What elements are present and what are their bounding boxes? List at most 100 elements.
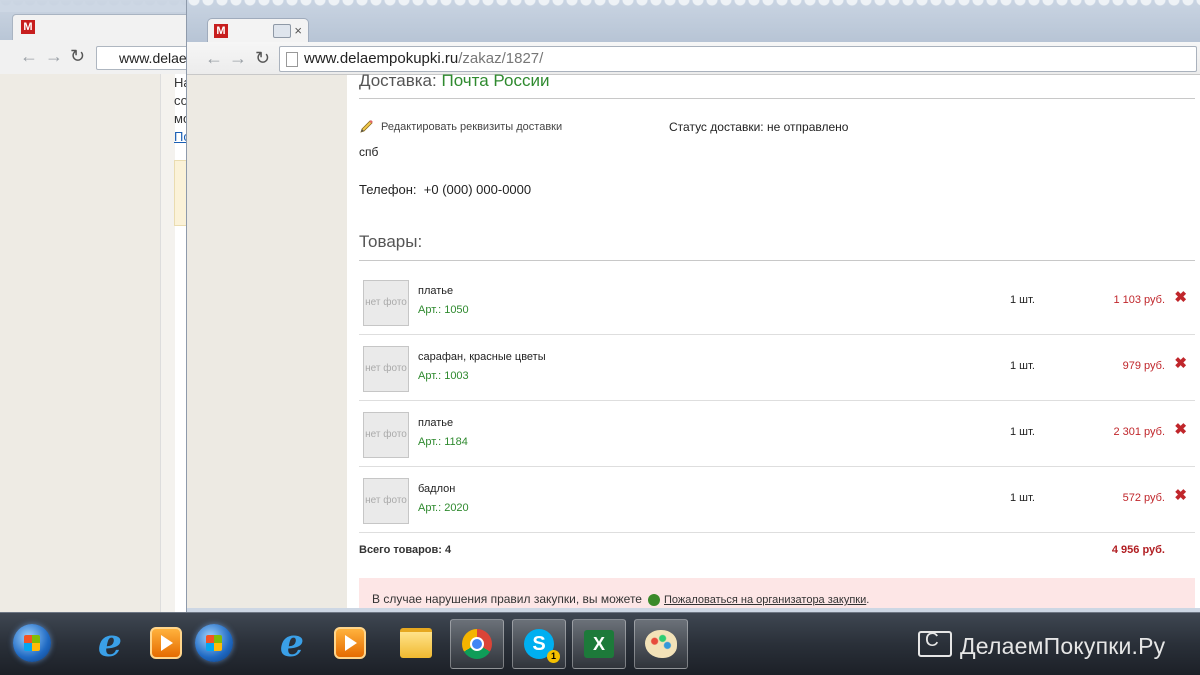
back-icon[interactable]: ← bbox=[20, 46, 38, 66]
taskbar-media-player[interactable] bbox=[324, 619, 376, 667]
forward-icon[interactable]: → bbox=[45, 46, 63, 66]
tab-close-icon[interactable]: × bbox=[294, 23, 302, 38]
browser-window[interactable]: M × ← → ↻ www.delaempokupki.ru/zakaz/182… bbox=[186, 0, 1200, 612]
divider bbox=[359, 98, 1195, 99]
browser-toolbar: ← → ↻ www.delaempokupki.ru/zakaz/1827/ bbox=[187, 42, 1200, 75]
taskbar-skype[interactable]: S1 bbox=[512, 619, 566, 669]
item-article: Арт.: 2020 bbox=[418, 502, 469, 514]
complaint-link[interactable]: Пожаловаться на организатора закупки bbox=[664, 594, 866, 606]
page-left-sidebar bbox=[187, 75, 348, 612]
background-browser-window[interactable]: M ← → ↻ www.delaemp На со мо По bbox=[0, 0, 190, 612]
status-value: не отправлено bbox=[766, 120, 849, 134]
violation-notice: В случае нарушения правил закупки, вы мо… bbox=[359, 578, 1195, 612]
new-tab-button[interactable] bbox=[273, 24, 291, 38]
taskbar-media-player[interactable] bbox=[140, 619, 192, 667]
item-price: 1 103 руб. bbox=[1113, 294, 1165, 306]
item-quantity: 1 шт. bbox=[1010, 294, 1035, 306]
internet-explorer-icon: e bbox=[97, 620, 123, 665]
total-items: Всего товаров: 4 bbox=[359, 544, 452, 556]
taskbar-chrome[interactable] bbox=[450, 619, 504, 669]
no-photo-label: нет фото bbox=[365, 297, 407, 308]
skype-icon: S1 bbox=[524, 629, 560, 663]
reload-icon[interactable]: ↻ bbox=[70, 46, 85, 66]
delivery-city: спб bbox=[359, 145, 379, 159]
brand-logo-icon bbox=[918, 630, 952, 657]
no-photo-thumbnail: нет фото bbox=[363, 280, 409, 326]
taskbar-paint[interactable] bbox=[634, 619, 688, 669]
no-photo-label: нет фото bbox=[365, 495, 407, 506]
media-player-icon bbox=[150, 627, 182, 659]
item-price: 979 руб. bbox=[1122, 360, 1165, 372]
address-bar[interactable]: www.delaempokupki.ru/zakaz/1827/ bbox=[279, 46, 1197, 72]
excel-icon: X bbox=[584, 630, 614, 658]
windows-start-icon bbox=[195, 624, 233, 662]
phone-label: Телефон: bbox=[359, 182, 417, 197]
no-photo-thumbnail: нет фото bbox=[363, 478, 409, 524]
divider bbox=[359, 260, 1195, 261]
item-name: платье bbox=[418, 417, 454, 429]
notice-text: В случае нарушения правил закупки, вы мо… bbox=[372, 592, 642, 606]
folder-icon bbox=[400, 628, 432, 658]
item-article: Арт.: 1184 bbox=[418, 436, 468, 448]
order-item-row: нет фото сарафан, красные цветы Арт.: 10… bbox=[359, 334, 1195, 401]
internet-explorer-icon: e bbox=[279, 620, 305, 665]
notice-period: . bbox=[866, 594, 870, 606]
url-path: /zakaz/1827/ bbox=[458, 50, 544, 67]
item-quantity: 1 шт. bbox=[1010, 492, 1035, 504]
brand-text: ДелаемПокупки.Ру bbox=[960, 633, 1166, 659]
site-favicon: M bbox=[214, 24, 228, 38]
no-photo-thumbnail: нет фото bbox=[363, 412, 409, 458]
item-article: Арт.: 1050 bbox=[418, 304, 469, 316]
taskbar-ie[interactable]: e bbox=[266, 619, 318, 667]
delete-item-icon[interactable]: ✖ bbox=[1174, 288, 1187, 306]
skype-glyph: S bbox=[532, 633, 546, 655]
taskbar-ie[interactable]: e bbox=[84, 619, 136, 667]
status-label: Статус доставки: bbox=[669, 120, 764, 134]
delete-item-icon[interactable]: ✖ bbox=[1174, 420, 1187, 438]
url-domain: www.delaempokupki.ru bbox=[304, 50, 459, 67]
edit-delivery-link[interactable]: Редактировать реквизиты доставки bbox=[359, 120, 562, 134]
edit-delivery-label: Редактировать реквизиты доставки bbox=[381, 120, 563, 133]
start-button[interactable] bbox=[188, 619, 240, 667]
background-tab-strip: M bbox=[0, 0, 190, 41]
item-article: Арт.: 1003 bbox=[418, 370, 469, 382]
delivery-label: Доставка: bbox=[359, 71, 437, 90]
reload-icon[interactable]: ↻ bbox=[255, 48, 270, 68]
no-photo-thumbnail: нет фото bbox=[363, 346, 409, 392]
background-page: На со мо По bbox=[0, 74, 190, 612]
paint-icon bbox=[645, 630, 677, 658]
page-viewport: Доставка: Почта России Редактировать рек… bbox=[187, 71, 1200, 612]
taskbar: e e S1 X ДелаемПокупки.Ру bbox=[0, 612, 1200, 675]
no-photo-label: нет фото bbox=[365, 429, 407, 440]
background-url: www.delaemp bbox=[119, 50, 190, 66]
total-sum: 4 956 руб. bbox=[1111, 544, 1165, 556]
background-tab-favicon: M bbox=[21, 20, 35, 34]
taskbar-excel[interactable]: X bbox=[572, 619, 626, 669]
item-price: 2 301 руб. bbox=[1113, 426, 1165, 438]
bug-icon bbox=[647, 593, 660, 606]
order-item-row: нет фото платье Арт.: 1050 1 шт. 1 103 р… bbox=[359, 268, 1195, 335]
active-tab[interactable]: M × bbox=[207, 18, 309, 43]
taskbar-explorer[interactable] bbox=[390, 619, 442, 667]
background-toolbar: ← → ↻ www.delaemp bbox=[0, 40, 190, 75]
media-player-icon bbox=[334, 627, 366, 659]
item-name: платье bbox=[418, 285, 454, 297]
item-name: бадлон bbox=[418, 483, 456, 495]
start-button[interactable] bbox=[6, 619, 58, 667]
back-icon[interactable]: ← bbox=[205, 48, 223, 68]
background-tab[interactable]: M bbox=[12, 14, 190, 41]
item-quantity: 1 шт. bbox=[1010, 360, 1035, 372]
chrome-icon bbox=[462, 629, 492, 659]
item-price: 572 руб. bbox=[1122, 492, 1165, 504]
background-address-bar[interactable]: www.delaemp bbox=[96, 46, 190, 70]
order-page: Доставка: Почта России Редактировать рек… bbox=[347, 71, 1200, 612]
page-icon bbox=[286, 52, 298, 67]
order-item-row: нет фото бадлон Арт.: 2020 1 шт. 572 руб… bbox=[359, 466, 1195, 533]
delete-item-icon[interactable]: ✖ bbox=[1174, 354, 1187, 372]
forward-icon[interactable]: → bbox=[229, 48, 247, 68]
item-name: сарафан, красные цветы bbox=[418, 351, 546, 363]
windows-start-icon bbox=[13, 624, 51, 662]
notification-badge: 1 bbox=[547, 650, 560, 663]
delete-item-icon[interactable]: ✖ bbox=[1174, 486, 1187, 504]
delivery-heading: Доставка: Почта России bbox=[359, 71, 549, 91]
